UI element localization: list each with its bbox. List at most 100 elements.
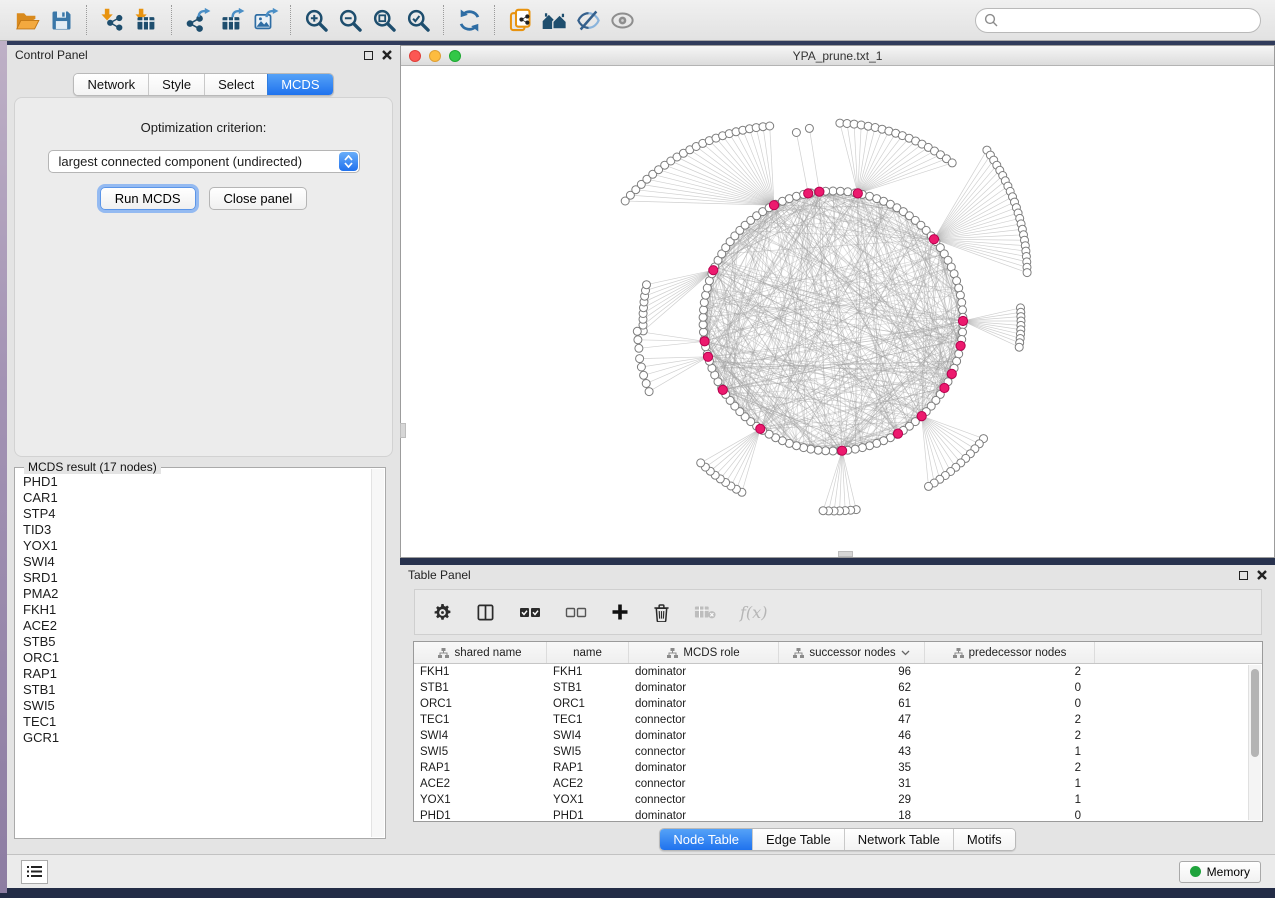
mcds-hub-node[interactable] [940,383,949,392]
zoom-in-button[interactable] [299,3,333,37]
table-row[interactable]: ORC1ORC1dominator610 [414,696,1262,712]
criterion-dropdown[interactable]: largest connected component (undirected) [48,150,360,173]
ring-node[interactable] [955,284,963,292]
ring-node[interactable] [844,188,852,196]
mcds-result-item[interactable]: STB5 [23,634,370,650]
mcds-hub-node[interactable] [838,446,847,455]
zoom-fit-button[interactable] [367,3,401,37]
float-panel-icon[interactable] [364,51,373,60]
mcds-result-item[interactable]: PHD1 [23,474,370,490]
run-mcds-button[interactable]: Run MCDS [100,187,196,210]
mcds-result-item[interactable]: RAP1 [23,666,370,682]
mcds-hub-node[interactable] [958,316,967,325]
table-row[interactable]: TEC1TEC1connector472 [414,712,1262,728]
split-handle-horizontal[interactable] [838,551,853,557]
ring-node[interactable] [829,187,837,195]
select-all-button[interactable] [519,605,541,619]
mcds-result-item[interactable]: SRD1 [23,570,370,586]
float-table-panel-icon[interactable] [1239,571,1248,580]
mcds-result-item[interactable]: SWI5 [23,698,370,714]
mcds-result-item[interactable]: ACE2 [23,618,370,634]
ring-node[interactable] [699,313,707,321]
tab-network[interactable]: Network [74,74,148,95]
column-header-name[interactable]: name [547,642,629,663]
delete-column-button[interactable] [653,603,670,622]
zoom-selected-button[interactable] [401,3,435,37]
split-columns-button[interactable] [476,603,495,622]
search-input[interactable] [998,13,1252,27]
tab-network-table[interactable]: Network Table [844,829,953,850]
mcds-hub-node[interactable] [917,412,926,421]
ring-node[interactable] [829,447,837,455]
hide-graphics-details-button[interactable] [571,3,605,37]
table-row[interactable]: SWI5SWI5connector431 [414,744,1262,760]
column-header-successor-nodes[interactable]: successor nodes [779,642,925,663]
leaf-node[interactable] [948,159,956,167]
mcds-result-item[interactable]: YOX1 [23,538,370,554]
close-panel-icon[interactable] [382,50,392,60]
leaf-node[interactable] [1015,343,1023,351]
mcds-hub-node[interactable] [929,235,938,244]
ring-node[interactable] [702,291,710,299]
search-box[interactable] [975,8,1261,33]
import-table-button[interactable] [129,3,163,37]
leaf-node[interactable] [634,336,642,344]
mcds-hub-node[interactable] [756,424,765,433]
deselect-all-button[interactable] [565,605,587,619]
tab-mcds[interactable]: MCDS [267,74,332,95]
ring-node[interactable] [836,187,844,195]
ring-node[interactable] [814,446,822,454]
mcds-hub-node[interactable] [709,266,718,275]
task-history-button[interactable] [21,860,48,884]
import-network-button[interactable] [95,3,129,37]
zoom-out-button[interactable] [333,3,367,37]
table-scrollbar-thumb[interactable] [1251,669,1259,757]
table-row[interactable]: STB1STB1dominator620 [414,680,1262,696]
leaf-node[interactable] [636,355,644,363]
open-file-button[interactable] [10,3,44,37]
split-handle-vertical[interactable] [400,423,406,438]
leaf-node[interactable] [766,122,774,130]
ring-node[interactable] [956,291,964,299]
share-document-button[interactable] [503,3,537,37]
table-row[interactable]: ACE2ACE2connector311 [414,776,1262,792]
mcds-hub-node[interactable] [804,189,813,198]
mcds-hub-node[interactable] [853,189,862,198]
leaf-node[interactable] [697,459,705,467]
tab-motifs[interactable]: Motifs [953,829,1015,850]
table-scrollbar[interactable] [1248,665,1261,820]
mcds-hub-node[interactable] [703,352,712,361]
ring-node[interactable] [959,306,967,314]
mcds-result-item[interactable]: CAR1 [23,490,370,506]
ring-node[interactable] [822,447,830,455]
leaf-node[interactable] [633,327,641,335]
memory-button[interactable]: Memory [1179,861,1261,883]
network-titlebar[interactable]: YPA_prune.txt_1 [401,46,1274,66]
export-network-button[interactable] [180,3,214,37]
table-row[interactable]: YOX1YOX1connector291 [414,792,1262,808]
mcds-hub-node[interactable] [947,369,956,378]
close-table-panel-icon[interactable] [1257,570,1267,580]
add-column-button[interactable] [611,603,629,621]
mcds-hub-node[interactable] [956,341,965,350]
tab-edge-table[interactable]: Edge Table [752,829,844,850]
export-table-button[interactable] [214,3,248,37]
column-header-predecessor-nodes[interactable]: predecessor nodes [925,642,1095,663]
tab-style[interactable]: Style [148,74,204,95]
table-row[interactable]: SWI4SWI4dominator462 [414,728,1262,744]
mcds-result-item[interactable]: PMA2 [23,586,370,602]
ring-node[interactable] [851,445,859,453]
leaf-node[interactable] [643,281,651,289]
settings-button[interactable] [433,603,452,622]
ring-node[interactable] [700,306,708,314]
column-header-shared-name[interactable]: shared name [414,642,547,663]
leaf-node[interactable] [792,129,800,137]
mcds-hub-node[interactable] [769,201,778,210]
ring-node[interactable] [958,299,966,307]
leaf-node[interactable] [805,124,813,132]
leaf-node[interactable] [642,380,650,388]
mcds-result-item[interactable]: TID3 [23,522,370,538]
ring-node[interactable] [858,444,866,452]
ring-node[interactable] [959,328,967,336]
home-button[interactable] [537,3,571,37]
